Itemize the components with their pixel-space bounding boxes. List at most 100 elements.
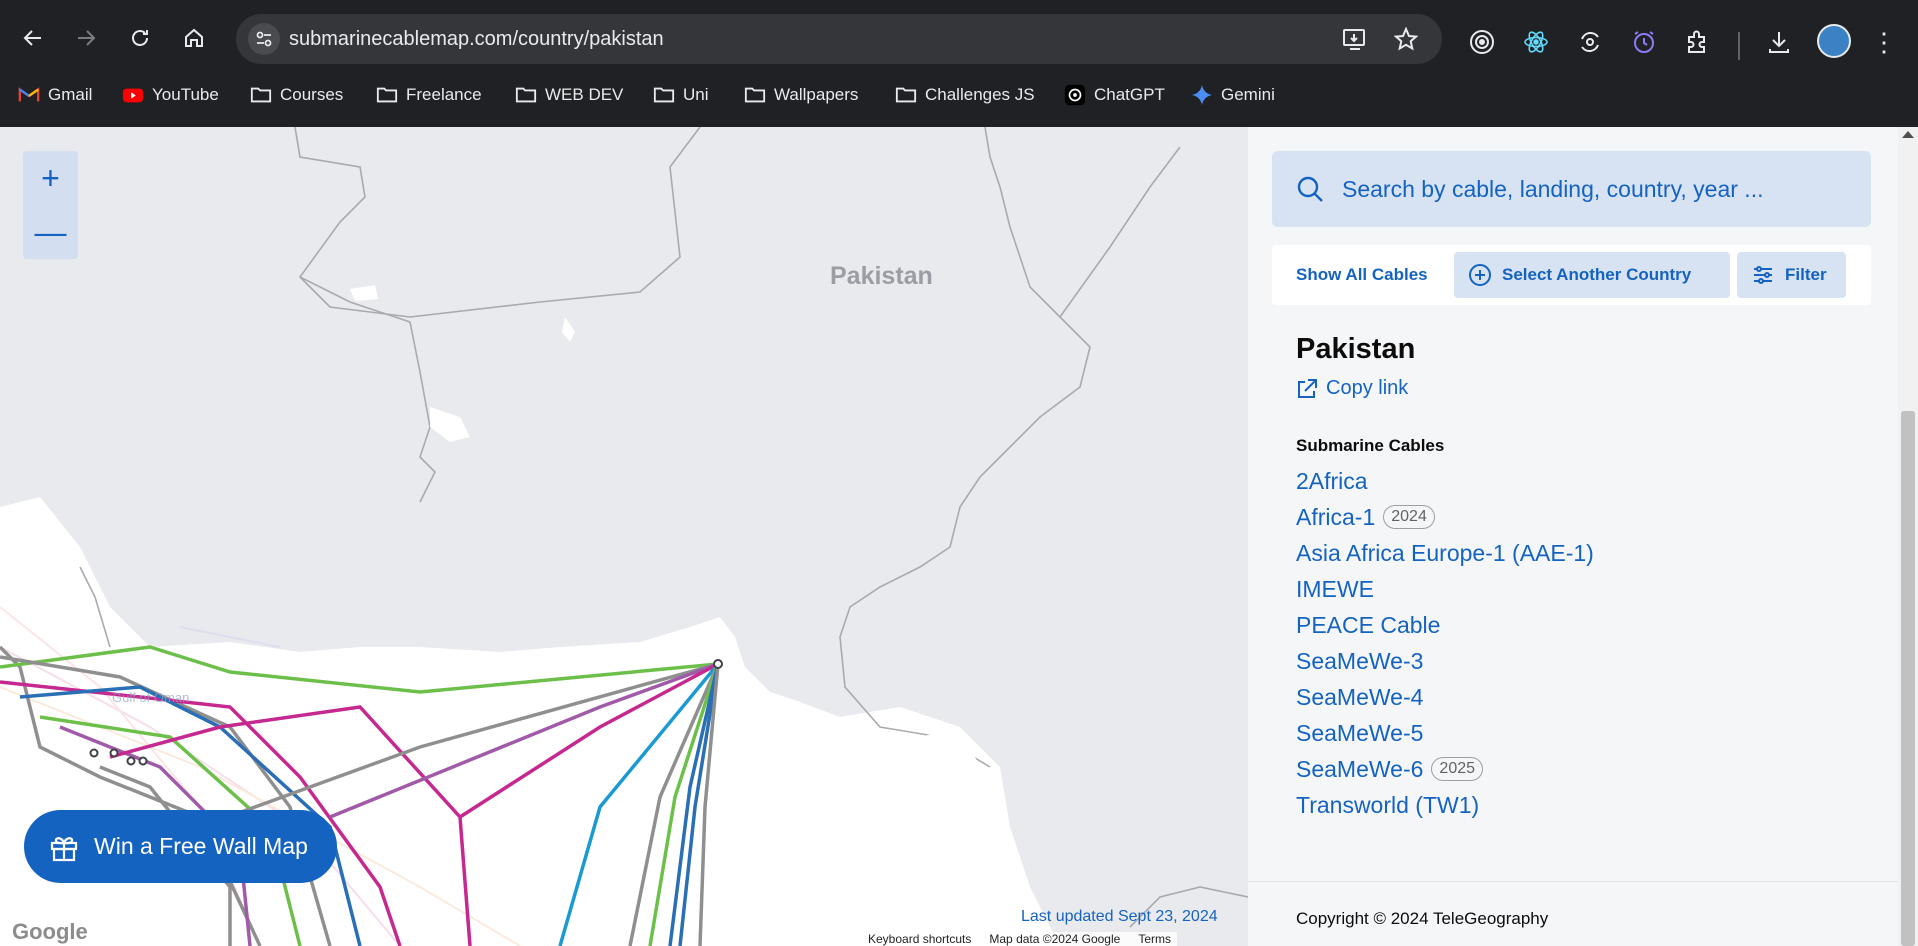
- zoom-in-button[interactable]: +: [23, 151, 78, 205]
- folder-icon: [250, 87, 272, 103]
- keyboard-shortcuts-link[interactable]: Keyboard shortcuts: [868, 932, 971, 946]
- bookmark-youtube[interactable]: YouTube: [122, 78, 219, 112]
- cable-link[interactable]: SeaMeWe-3: [1296, 643, 1594, 679]
- country-title: Pakistan: [1296, 333, 1416, 365]
- bookmark-label: WEB DEV: [545, 85, 624, 104]
- filter-button[interactable]: Filter: [1737, 252, 1846, 298]
- cable-link[interactable]: SeaMeWe-4: [1296, 679, 1594, 715]
- bookmark-uni[interactable]: Uni: [653, 78, 709, 112]
- folder-icon: [744, 87, 766, 103]
- bookmark-star-icon[interactable]: [1393, 26, 1419, 56]
- bookmark-label: Freelance: [406, 85, 482, 104]
- copy-link-label: Copy link: [1326, 377, 1409, 399]
- cable-name: SeaMeWe-3: [1296, 647, 1424, 674]
- scroll-up-arrow-icon[interactable]: [1902, 131, 1914, 138]
- bookmark-label: Challenges JS: [925, 85, 1035, 104]
- folder-icon: [653, 87, 675, 103]
- search-icon: [1297, 176, 1323, 202]
- profile-avatar[interactable]: [1817, 24, 1851, 58]
- bookmark-label: Gemini: [1221, 85, 1275, 104]
- bookmark-chatgpt[interactable]: ChatGPT: [1064, 78, 1165, 112]
- install-app-icon[interactable]: [1342, 27, 1368, 56]
- cable-name: SeaMeWe-4: [1296, 683, 1424, 710]
- zoom-out-button[interactable]: —: [23, 205, 78, 259]
- side-panel: Show All Cables Select Another Country F…: [1248, 127, 1898, 946]
- bookmark-label: Gmail: [48, 85, 93, 104]
- url-text[interactable]: submarinecablemap.com/country/pakistan: [289, 28, 664, 51]
- submarine-cables-heading: Submarine Cables: [1296, 436, 1445, 455]
- cable-link[interactable]: Transworld (TW1): [1296, 787, 1594, 823]
- address-bar[interactable]: submarinecablemap.com/country/pakistan: [236, 14, 1442, 64]
- cable-list: 2Africa Africa-1 2024 Asia Africa Europe-…: [1296, 463, 1594, 823]
- map-country-label: Pakistan: [830, 262, 933, 290]
- bookmark-courses[interactable]: Courses: [250, 78, 343, 112]
- search-input[interactable]: [1342, 169, 1842, 209]
- select-another-country-button[interactable]: Select Another Country: [1454, 252, 1730, 298]
- arrow-left-icon: [23, 30, 41, 46]
- map-sea-label: Gulf of Oman: [112, 690, 190, 705]
- gemini-icon: [1191, 84, 1213, 106]
- browser-toolbar: submarinecablemap.com/country/pakistan ⋮: [0, 10, 1918, 68]
- back-button[interactable]: [13, 18, 53, 58]
- bookmark-label: Uni: [683, 85, 709, 104]
- last-updated-text: Last updated Sept 23, 2024: [1021, 908, 1218, 925]
- downloads-icon[interactable]: [1765, 28, 1793, 56]
- copyright-text: Copyright © 2024 TeleGeography: [1296, 909, 1549, 928]
- bookmark-challenges-js[interactable]: Challenges JS: [895, 78, 1035, 112]
- extension-clock-icon[interactable]: [1630, 28, 1658, 56]
- forward-button[interactable]: [66, 18, 106, 58]
- cable-link[interactable]: 2Africa: [1296, 463, 1594, 499]
- external-link-icon: [1298, 378, 1317, 398]
- cable-name: Africa-1: [1296, 503, 1376, 530]
- cable-link[interactable]: SeaMeWe-6 2025: [1296, 751, 1594, 787]
- extension-target-icon[interactable]: [1468, 28, 1496, 56]
- zoom-controls: + —: [23, 151, 78, 259]
- year-badge: 2025: [1431, 757, 1484, 781]
- search-box[interactable]: [1272, 151, 1871, 227]
- reload-button[interactable]: [120, 18, 160, 58]
- panel-footer-divider: [1248, 881, 1898, 882]
- page-scrollbar[interactable]: [1898, 127, 1918, 946]
- win-wall-map-button[interactable]: Win a Free Wall Map: [24, 810, 337, 883]
- bookmarks-bar: Gmail YouTube Courses Freelance WEB DEV …: [0, 78, 1918, 112]
- bookmark-label: YouTube: [152, 85, 219, 104]
- gmail-icon: [18, 87, 40, 102]
- arrow-right-icon: [78, 30, 96, 46]
- extensions-puzzle-icon[interactable]: [1684, 28, 1712, 56]
- scroll-thumb[interactable]: [1901, 411, 1915, 946]
- action-bar: Show All Cables Select Another Country F…: [1272, 245, 1871, 305]
- toolbar-divider: [1738, 32, 1740, 60]
- copy-link-button[interactable]: Copy link: [1296, 377, 1408, 400]
- cable-name: Asia Africa Europe-1 (AAE-1): [1296, 539, 1594, 566]
- bookmark-gemini[interactable]: Gemini: [1191, 78, 1275, 112]
- map-canvas[interactable]: + — Pakistan Gulf of Oman Win a Free Wal…: [0, 127, 1248, 946]
- browser-menu-icon[interactable]: ⋮: [1871, 27, 1897, 57]
- cable-link[interactable]: Africa-1 2024: [1296, 499, 1594, 535]
- bookmark-label: ChatGPT: [1094, 85, 1165, 104]
- bookmark-web-dev[interactable]: WEB DEV: [515, 78, 623, 112]
- terms-link[interactable]: Terms: [1138, 932, 1171, 946]
- home-button[interactable]: [174, 18, 214, 58]
- site-settings-icon[interactable]: [248, 23, 280, 55]
- home-icon: [185, 28, 203, 47]
- filter-sliders-icon: [1754, 266, 1772, 284]
- year-badge: 2024: [1383, 505, 1435, 529]
- extension-sync-icon[interactable]: [1576, 28, 1604, 56]
- cable-link[interactable]: PEACE Cable: [1296, 607, 1594, 643]
- cable-link[interactable]: Asia Africa Europe-1 (AAE-1): [1296, 535, 1594, 571]
- show-all-cables-button[interactable]: Show All Cables: [1296, 265, 1428, 285]
- map-data-text: Map data ©2024 Google: [989, 932, 1121, 946]
- bookmark-label: Courses: [280, 85, 344, 104]
- browser-chrome: submarinecablemap.com/country/pakistan ⋮…: [0, 0, 1918, 127]
- bookmark-gmail[interactable]: Gmail: [18, 78, 92, 112]
- react-devtools-icon[interactable]: [1522, 28, 1550, 56]
- bookmark-label: Wallpapers: [774, 85, 859, 104]
- cable-link[interactable]: IMEWE: [1296, 571, 1594, 607]
- reload-icon: [132, 30, 148, 46]
- bookmark-wallpapers[interactable]: Wallpapers: [744, 78, 858, 112]
- folder-icon: [376, 87, 398, 103]
- win-wall-map-label: Win a Free Wall Map: [94, 833, 308, 859]
- cable-link[interactable]: SeaMeWe-5: [1296, 715, 1594, 751]
- select-country-label: Select Another Country: [1502, 265, 1692, 284]
- bookmark-freelance[interactable]: Freelance: [376, 78, 482, 112]
